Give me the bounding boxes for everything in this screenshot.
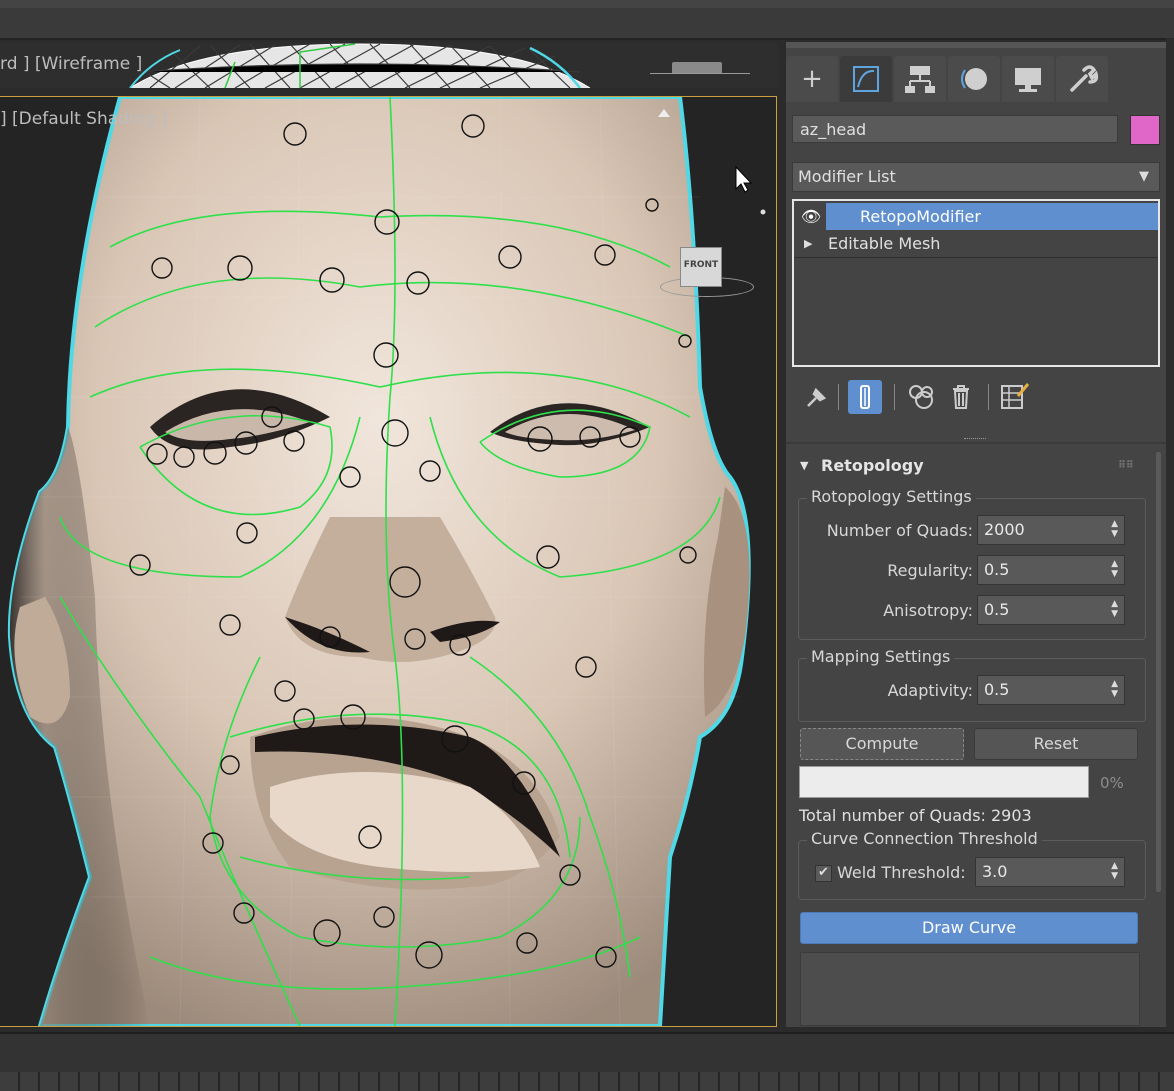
mouse-cursor [735,165,753,193]
divider [894,384,895,410]
command-panel-tabs: + [786,56,1166,102]
stack-item-retopomodifier[interactable]: 👁 RetopoModifier [794,203,1158,230]
chevron-down-icon: ▼ [1139,169,1149,184]
viewport-main[interactable]: ] [Default Shading ] FRONT [0,96,777,1027]
tab-modify[interactable] [840,56,892,102]
modifier-list-label: Modifier List [798,167,896,186]
panel-scrollbar[interactable] [1156,452,1161,892]
weld-threshold-label: Weld Threshold: [837,863,966,882]
collapse-triangle-icon: ▼ [800,459,809,472]
spinner-arrows-icon[interactable]: ▲ ▼ [1111,519,1118,539]
group-title: Mapping Settings [807,647,955,666]
divider [838,384,839,410]
pin-stack-icon[interactable] [798,380,832,414]
reset-button[interactable]: Reset [974,728,1138,760]
divider [988,384,989,410]
make-unique-icon[interactable] [904,380,938,414]
rollout-title: Retopology [821,456,924,475]
spinner-arrows-icon[interactable]: ▲ ▼ [1111,599,1118,619]
window-edge [1166,38,1174,1032]
plus-icon: + [801,64,823,94]
retopology-rollout: ▼ Retopology ⠿⠿ Rotopology Settings Numb… [792,452,1154,1027]
stack-item-label: RetopoModifier [860,207,981,226]
spinner-value: 2000 [984,520,1025,539]
drag-handle-icon[interactable]: ⠿⠿ [1118,452,1134,480]
stack-item-editable-mesh[interactable]: ▶ Editable Mesh [794,230,1158,258]
timeline-bar [0,1032,1174,1091]
spinner-value: 0.5 [984,600,1010,619]
stack-toolbar [792,376,1160,416]
draw-curve-button[interactable]: Draw Curve [800,912,1138,944]
motion-icon [961,68,987,90]
regularity-spinner[interactable]: 0.5 ▲ ▼ [977,555,1125,585]
weld-threshold-checkbox[interactable]: ✔ [815,865,832,882]
modify-icon [853,66,879,92]
curve-connection-group: Curve Connection Threshold ✔ Weld Thresh… [798,829,1146,900]
viewcube[interactable]: FRONT [680,247,722,287]
tab-display[interactable] [1002,56,1054,102]
spinner-arrows-icon[interactable]: ▲ ▼ [1111,679,1118,699]
configure-modifier-sets-icon[interactable] [996,380,1030,414]
spinner-value: 0.5 [984,560,1010,579]
number-of-quads-spinner[interactable]: 2000 ▲ ▼ [977,515,1125,545]
viewport-top-label[interactable]: rd ] [Wireframe ] [0,54,142,74]
tab-create[interactable]: + [786,56,838,102]
show-end-result-icon [860,385,870,409]
tab-motion[interactable] [948,56,1000,102]
regularity-label: Regularity: [887,561,973,580]
compute-progress-bar [799,766,1089,798]
command-panel: + az_head Modifier List ▼ 👁 RetopoModifi… [786,42,1166,1027]
adaptivity-spinner[interactable]: 0.5 ▲ ▼ [977,675,1125,705]
progress-percent: 0% [1100,774,1124,792]
retopology-settings-group: Rotopology Settings Number of Quads: 200… [798,487,1146,640]
modifier-list-dropdown[interactable]: Modifier List ▼ [792,162,1160,192]
viewcube-face-label: FRONT [683,260,719,270]
display-icon [1015,68,1041,92]
mapping-settings-group: Mapping Settings Adaptivity: 0.5 ▲ ▼ [798,647,1146,722]
anisotropy-spinner[interactable]: 0.5 ▲ ▼ [977,595,1125,625]
rollout-header[interactable]: ▼ Retopology ⠿⠿ [792,452,1142,480]
trash-icon[interactable] [944,380,978,414]
anisotropy-label: Anisotropy: [883,601,973,620]
adaptivity-label: Adaptivity: [887,681,973,700]
timeline-ticks[interactable] [0,1072,1174,1091]
toolbar-strip [0,0,1174,8]
compute-button[interactable]: Compute [800,728,964,760]
viewport-main-label[interactable]: ] [Default Shading ] [0,109,167,129]
spinner-value: 0.5 [984,680,1010,699]
spinner-arrows-icon[interactable]: ▲ ▼ [1111,861,1118,881]
hierarchy-icon [905,66,935,93]
object-name-field[interactable]: az_head [792,115,1118,143]
panel-separator [786,42,1166,48]
group-title: Rotopology Settings [807,487,976,506]
group-title: Curve Connection Threshold [807,829,1042,848]
panel-divider [786,442,1166,444]
expand-arrow-icon[interactable]: ▶ [804,230,812,257]
modifier-stack: 👁 RetopoModifier ▶ Editable Mesh [792,199,1160,367]
tab-utilities[interactable] [1056,56,1108,102]
main-toolbar [0,0,1174,40]
weld-threshold-spinner[interactable]: 3.0 ▲ ▼ [975,857,1125,887]
quads-label: Number of Quads: [826,521,973,540]
head-model[interactable] [0,97,776,1026]
viewcube-mini-ring [650,73,750,74]
eye-icon[interactable]: 👁 [798,203,824,230]
spinner-value: 3.0 [982,862,1008,881]
wrench-icon [1070,65,1099,92]
show-end-result-button[interactable] [848,380,882,414]
total-quads-text: Total number of Quads: 2903 [799,806,1032,825]
tab-hierarchy[interactable] [894,56,946,102]
spinner-arrows-icon[interactable]: ▲ ▼ [1111,559,1118,579]
curve-list-box[interactable] [800,952,1140,1026]
viewport-top[interactable]: rd ] [Wireframe ] [0,42,778,88]
stack-item-label: Editable Mesh [828,234,941,253]
object-color-swatch[interactable] [1130,115,1160,145]
